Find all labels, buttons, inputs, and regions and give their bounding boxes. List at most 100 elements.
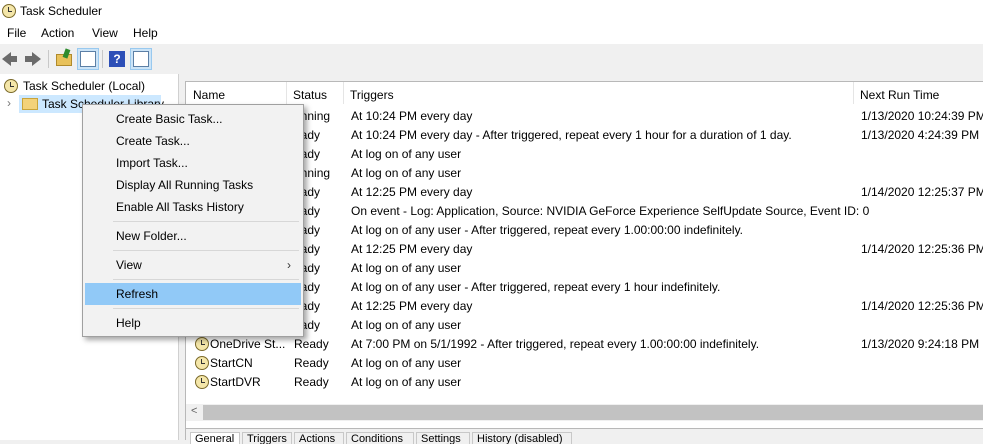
cell-trigger: At 10:24 PM every day - After triggered,… — [351, 128, 792, 142]
cell-name: StartDVR — [210, 375, 261, 389]
cell-next-run-time: 1/14/2020 12:25:37 PM — [861, 185, 983, 199]
task-clock-icon — [195, 375, 209, 389]
menu-item-label: New Folder... — [116, 229, 187, 243]
table-row[interactable]: unning At 10:24 PM every day 1/13/2020 10:… — [186, 107, 983, 126]
tab-history[interactable]: History (disabled) — [472, 432, 572, 444]
task-list: Name Status Triggers Next Run Time unnin… — [185, 81, 983, 440]
cell-trigger: At log on of any user — [351, 375, 462, 389]
menu-separator — [113, 250, 299, 251]
cell-trigger: At 10:24 PM every day — [351, 109, 473, 123]
table-row[interactable]: eady At 12:25 PM every day 1/14/2020 12:25… — [186, 240, 983, 259]
menu-item-display-all-running-tasks[interactable]: Display All Running Tasks — [85, 174, 301, 196]
back-button[interactable] — [2, 50, 20, 68]
table-row[interactable]: eady On event - Log: Application, Source:… — [186, 202, 983, 221]
menu-item-new-folder[interactable]: New Folder... — [85, 225, 301, 247]
menu-file[interactable]: File — [7, 26, 26, 40]
cell-trigger: At log on of any user - After triggered,… — [351, 223, 744, 237]
menu-item-label: Help — [116, 316, 141, 330]
folder-icon — [22, 98, 38, 110]
menu-separator — [113, 279, 299, 280]
table-row[interactable]: eady At 10:24 PM every day - After trigge… — [186, 126, 983, 145]
menu-item-label: View — [116, 258, 142, 272]
table-row[interactable]: eady At log on of any user — [186, 316, 983, 335]
show-hide-console-tree-button[interactable] — [77, 48, 99, 70]
tab-general[interactable]: General — [190, 432, 240, 444]
table-row[interactable]: OneDrive St... Ready At 7:00 PM on 5/1/199… — [186, 335, 983, 354]
menu-item-label: Refresh — [116, 287, 159, 301]
table-row[interactable]: StartCN Ready At log on of any user — [186, 354, 983, 373]
detail-tabs: General Triggers Actions Conditions Sett… — [186, 428, 983, 444]
toolbar: ? — [0, 44, 983, 74]
menu-view[interactable]: View — [92, 26, 118, 40]
column-header-next-run-time[interactable]: Next Run Time — [853, 84, 983, 106]
menu-item-label: Create Task... — [116, 134, 190, 148]
menu-item-enable-all-tasks-history[interactable]: Enable All Tasks History — [85, 196, 301, 218]
menu-action[interactable]: Action — [41, 26, 74, 40]
menu-item-create-task[interactable]: Create Task... — [85, 130, 301, 152]
scrollbar-thumb[interactable] — [203, 405, 983, 420]
show-hide-action-pane-icon — [133, 51, 149, 67]
back-icon — [2, 52, 17, 66]
show-hide-action-pane-button[interactable] — [130, 48, 152, 70]
submenu-chevron-icon: › — [287, 258, 291, 272]
table-row[interactable]: eady At log on of any user - After trigge… — [186, 221, 983, 240]
cell-trigger: At log on of any user — [351, 166, 462, 180]
cell-trigger: On event - Log: Application, Source: NVI… — [351, 204, 870, 218]
clock-icon — [4, 79, 18, 93]
table-row[interactable]: eady At log on of any user — [186, 145, 983, 164]
cell-name: OneDrive St... — [210, 337, 286, 351]
toolbar-separator — [102, 50, 103, 68]
tree-root-label[interactable]: Task Scheduler (Local) — [23, 79, 145, 93]
cell-trigger: At 12:25 PM every day — [351, 185, 473, 199]
table-row[interactable]: eady At log on of any user — [186, 259, 983, 278]
menu-item-label: Create Basic Task... — [116, 112, 223, 126]
table-row[interactable]: StartDVR Ready At log on of any user — [186, 373, 983, 392]
scroll-left-arrow-icon[interactable]: < — [191, 405, 197, 417]
task-scheduler-clock-icon — [2, 4, 16, 18]
table-row[interactable]: eady At 12:25 PM every day 1/14/2020 12:25… — [186, 183, 983, 202]
menu-item-help[interactable]: Help — [85, 312, 301, 334]
menu-item-label: Import Task... — [116, 156, 188, 170]
title-bar: Task Scheduler — [0, 0, 983, 22]
cell-trigger: At log on of any user - After triggered,… — [351, 280, 721, 294]
show-hide-console-tree-icon — [80, 51, 96, 67]
task-clock-icon — [195, 356, 209, 370]
tab-actions[interactable]: Actions — [294, 432, 344, 444]
cell-status: Ready — [294, 375, 329, 389]
column-header-name[interactable]: Name — [186, 84, 286, 106]
table-row[interactable]: eady At 12:25 PM every day 1/14/2020 12:25… — [186, 297, 983, 316]
cell-next-run-time: 1/14/2020 12:25:36 PM — [861, 299, 983, 313]
expand-chevron-icon[interactable]: › — [7, 96, 11, 110]
toolbar-separator — [48, 50, 49, 68]
forward-button[interactable] — [24, 50, 42, 68]
menu-help[interactable]: Help — [133, 26, 158, 40]
tab-conditions[interactable]: Conditions — [346, 432, 414, 444]
column-header-triggers[interactable]: Triggers — [343, 84, 853, 106]
tab-settings[interactable]: Settings — [416, 432, 470, 444]
cell-name: StartCN — [210, 356, 253, 370]
window-title: Task Scheduler — [20, 4, 103, 18]
horizontal-scrollbar[interactable]: < — [186, 404, 983, 421]
cell-trigger: At 12:25 PM every day — [351, 299, 473, 313]
table-row[interactable]: eady At log on of any user - After trigge… — [186, 278, 983, 297]
up-folder-button[interactable] — [55, 50, 73, 68]
context-menu: Create Basic Task... Create Task... Impo… — [82, 104, 304, 337]
help-button[interactable]: ? — [108, 50, 126, 68]
menu-item-label: Display All Running Tasks — [116, 178, 254, 192]
cell-trigger: At 12:25 PM every day — [351, 242, 473, 256]
up-folder-icon — [56, 54, 72, 66]
cell-trigger: At log on of any user — [351, 318, 462, 332]
cell-trigger: At log on of any user — [351, 356, 462, 370]
cell-next-run-time: 1/13/2020 10:24:39 PM — [861, 109, 983, 123]
menu-item-view[interactable]: View › — [85, 254, 301, 276]
menu-bar: File Action View Help — [0, 22, 983, 44]
menu-item-import-task[interactable]: Import Task... — [85, 152, 301, 174]
cell-status: Ready — [294, 356, 329, 370]
menu-item-refresh[interactable]: Refresh — [85, 283, 301, 305]
column-header-status[interactable]: Status — [286, 84, 343, 106]
forward-icon — [25, 52, 41, 66]
menu-item-create-basic-task[interactable]: Create Basic Task... — [85, 108, 301, 130]
tab-triggers[interactable]: Triggers — [242, 432, 292, 444]
help-icon: ? — [109, 51, 125, 67]
table-row[interactable]: unning At log on of any user — [186, 164, 983, 183]
